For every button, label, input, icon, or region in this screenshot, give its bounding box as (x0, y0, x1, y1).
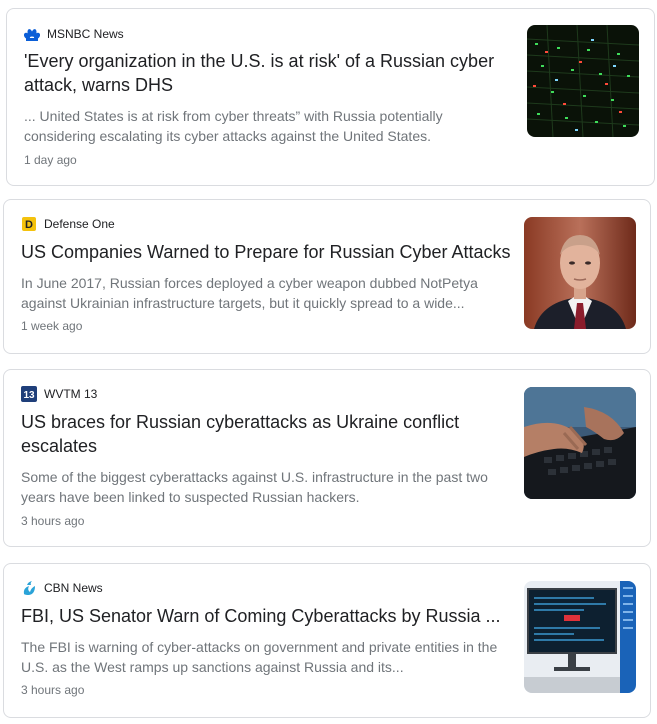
headline-link[interactable]: 'Every organization in the U.S. is at ri… (24, 49, 504, 97)
source-row: CBN News (21, 579, 103, 597)
news-card[interactable]: MSNBC News 'Every organization in the U.… (6, 8, 655, 186)
svg-text:D: D (25, 219, 33, 231)
headline-link[interactable]: US Companies Warned to Prepare for Russi… (21, 240, 516, 264)
wvtm13-logo-icon: 13 (21, 386, 37, 402)
news-feed: MSNBC News 'Every organization in the U.… (0, 0, 657, 724)
source-name: WVTM 13 (44, 387, 98, 401)
man-in-suit-portrait-image[interactable] (524, 217, 636, 329)
source-row: MSNBC News (24, 25, 124, 43)
source-row: 13 WVTM 13 (21, 385, 97, 403)
computer-monitor-alert-image[interactable] (524, 581, 636, 693)
source-name: Defense One (44, 217, 115, 231)
publish-time: 1 day ago (24, 153, 77, 167)
source-name: CBN News (44, 581, 103, 595)
hands-typing-keyboard-image[interactable] (524, 387, 636, 499)
headline-link[interactable]: FBI, US Senator Warn of Coming Cyberatta… (21, 604, 516, 628)
article-snippet: ... United States is at risk from cyber … (24, 108, 443, 144)
server-rack-lights-image[interactable] (527, 25, 639, 137)
source-name: MSNBC News (47, 27, 124, 41)
defense-one-d-icon: D (21, 216, 37, 232)
news-card[interactable]: CBN News FBI, US Senator Warn of Coming … (3, 563, 651, 718)
svg-text:13: 13 (23, 390, 35, 401)
article-snippet: Some of the biggest cyberattacks against… (21, 469, 488, 505)
msnbc-peacock-icon (24, 26, 40, 42)
publish-time: 3 hours ago (21, 683, 85, 697)
article-snippet: The FBI is warning of cyber-attacks on g… (21, 639, 498, 675)
source-row: D Defense One (21, 215, 115, 233)
headline-link[interactable]: US braces for Russian cyberattacks as Uk… (21, 410, 501, 458)
news-card[interactable]: 13 WVTM 13 US braces for Russian cyberat… (3, 369, 651, 547)
article-snippet: In June 2017, Russian forces deployed a … (21, 275, 478, 311)
cbn-flame-icon (21, 580, 37, 596)
publish-time: 3 hours ago (21, 514, 85, 528)
publish-time: 1 week ago (21, 319, 83, 333)
news-card[interactable]: D Defense One US Companies Warned to Pre… (3, 199, 651, 354)
